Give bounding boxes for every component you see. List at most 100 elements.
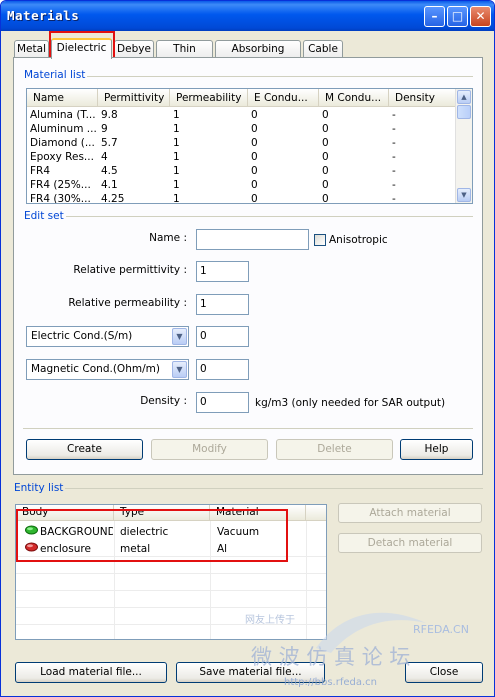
name-input[interactable] [196,229,309,250]
material-cell: - [392,109,396,121]
material-cell: FR4 [30,165,51,177]
material-row[interactable]: FR4 4.5 1 0 0 - [27,164,472,178]
material-cell: 0 [251,193,258,204]
tab-debye[interactable]: Debye [114,40,154,58]
material-cell: 0 [251,151,258,163]
watermark-url: http://bbs.rfeda.cn [284,677,377,688]
material-cell: 0 [322,109,329,121]
load-material-file-button[interactable]: Load material file... [15,662,167,683]
close-button[interactable]: Close [405,662,483,683]
tab-absorbing-panel[interactable]: Absorbing panel [215,40,301,71]
material-cell: FR4 (30%... [30,193,91,204]
material-row[interactable]: Alumina (T... 9.8 1 0 0 - [27,108,472,122]
material-cell: 9 [101,123,108,135]
edit-set-label: Edit set [22,210,66,222]
tab-cable[interactable]: Cable [303,40,343,58]
material-cell: 1 [173,165,180,177]
relative-permittivity-input[interactable]: 1 [196,261,249,282]
minimize-button[interactable]: – [424,6,445,27]
col-permittivity[interactable]: Permittivity [98,89,170,106]
material-cell: Epoxy Res... [30,151,94,163]
material-list-table[interactable]: Name Permittivity Permeability E Condu..… [26,88,473,204]
scroll-up-icon[interactable]: ▲ [457,90,471,104]
entity-rows-highlight [16,509,288,562]
material-cell: 1 [173,123,180,135]
col-e-conductivity[interactable]: E Condu... [248,89,319,106]
density-input[interactable]: 0 [196,392,249,413]
chevron-down-icon[interactable]: ▼ [172,361,187,378]
material-cell: - [392,151,396,163]
magnetic-conductivity-select-value: Magnetic Cond.(Ohm/m) [31,363,160,375]
col-name[interactable]: Name [27,89,98,106]
watermark-small: 网友上传于 [245,615,295,626]
buttons-divider [23,428,473,429]
entity-list-label: Entity list [12,482,66,494]
material-cell: 9.8 [101,109,118,121]
material-row[interactable]: Diamond (... 5.7 1 0 0 - [27,136,472,150]
window-title: Materials [7,8,80,23]
tab-dielectric[interactable]: Dielectric [51,38,112,59]
help-button[interactable]: Help [400,439,473,460]
material-cell: 4.25 [101,193,125,204]
delete-button[interactable]: Delete [276,439,393,460]
tab-thin-panel[interactable]: Thin panel [156,40,213,71]
col-permeability[interactable]: Permeability [170,89,248,106]
modify-button[interactable]: Modify [151,439,268,460]
material-cell: Diamond (... [30,137,95,149]
material-cell: 0 [322,165,329,177]
close-window-button[interactable]: ✕ [470,6,491,27]
col-density[interactable]: Density [389,89,457,106]
material-cell: 1 [173,193,180,204]
electric-conductivity-select[interactable]: Electric Cond.(S/m) ▼ [26,326,189,347]
anisotropic-label: Anisotropic [329,234,388,246]
entity-list-divider [13,488,483,489]
magnetic-conductivity-input[interactable]: 0 [196,359,249,380]
material-cell: 0 [251,165,258,177]
title-bar[interactable]: Materials – □ ✕ [1,1,494,31]
chevron-down-icon[interactable]: ▼ [172,328,187,345]
relative-permeability-label: Relative permeability : [68,297,187,309]
relative-permittivity-label: Relative permittivity : [73,264,187,276]
material-cell: 0 [251,109,258,121]
material-cell: 1 [173,109,180,121]
material-cell: 0 [322,193,329,204]
grid-line [16,590,326,591]
watermark-swoosh-icon [316,612,426,653]
material-cell: 0 [251,123,258,135]
col-m-conductivity[interactable]: M Condu... [319,89,389,106]
material-list-divider [23,76,473,77]
material-cell: Alumina (T... [30,109,96,121]
material-cell: 4.5 [101,165,118,177]
grid-line [16,607,326,608]
relative-permeability-input[interactable]: 1 [196,294,249,315]
name-label: Name : [149,232,187,244]
material-list-scrollbar[interactable]: ▲ ▼ [455,89,472,203]
material-list-header: Name Permittivity Permeability E Condu..… [27,89,472,107]
material-row[interactable]: Aluminum ... 9 1 0 0 - [27,122,472,136]
maximize-button[interactable]: □ [447,6,468,27]
electric-conductivity-input[interactable]: 0 [196,326,249,347]
material-cell: 0 [322,151,329,163]
material-cell: Aluminum ... [30,123,97,135]
density-unit-label: kg/m3 (only needed for SAR output) [255,397,446,409]
material-cell: - [392,137,396,149]
material-cell: FR4 (25%... [30,179,91,191]
detach-material-button[interactable]: Detach material [338,533,482,553]
material-row[interactable]: Epoxy Res... 4 1 0 0 - [27,150,472,164]
magnetic-conductivity-select[interactable]: Magnetic Cond.(Ohm/m) ▼ [26,359,189,380]
material-row[interactable]: FR4 (30%... 4.25 1 0 0 - [27,192,472,204]
material-cell: 4 [101,151,108,163]
attach-material-button[interactable]: Attach material [338,503,482,523]
material-cell: 1 [173,179,180,191]
scroll-thumb[interactable] [457,105,471,119]
material-cell: 4.1 [101,179,118,191]
material-cell: - [392,179,396,191]
scroll-down-icon[interactable]: ▼ [457,188,471,202]
edit-set-divider [23,216,473,217]
material-cell: 0 [251,137,258,149]
create-button[interactable]: Create [26,439,143,460]
anisotropic-checkbox[interactable] [314,234,326,246]
material-row[interactable]: FR4 (25%... 4.1 1 0 0 - [27,178,472,192]
tab-metal[interactable]: Metal [14,40,49,58]
materials-window: Materials – □ ✕ Metal Dielectric Debye T… [0,0,495,697]
